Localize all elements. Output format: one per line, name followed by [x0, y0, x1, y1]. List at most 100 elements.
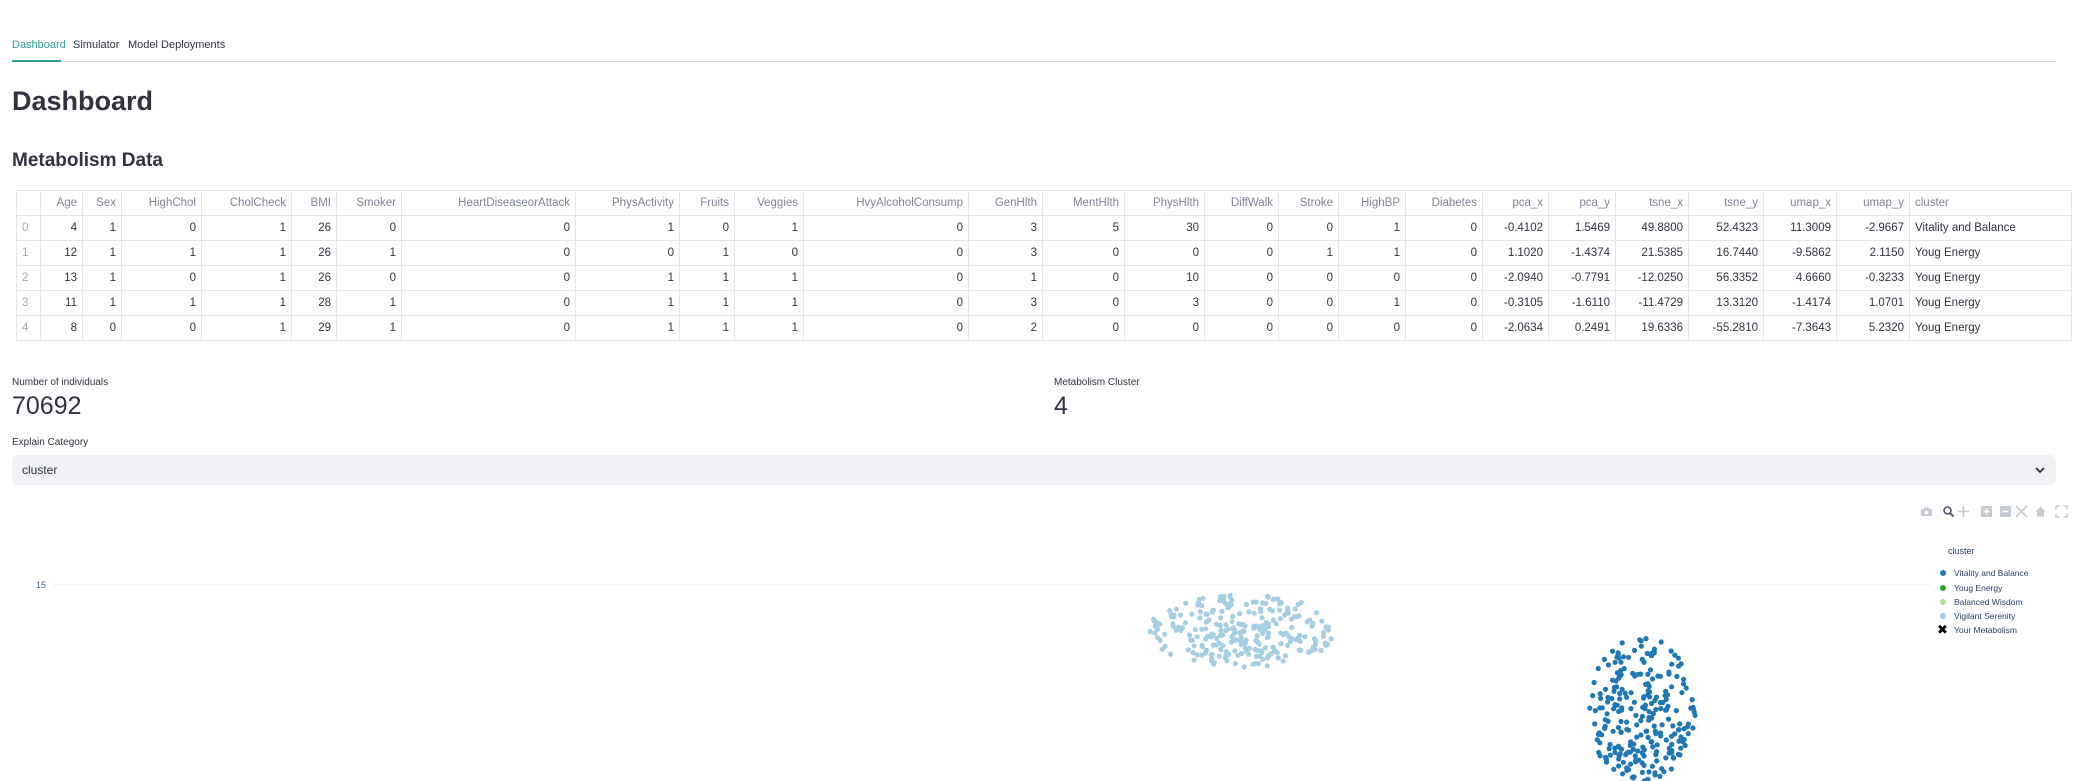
- legend-item-wisdom[interactable]: Balanced Wisdom: [1940, 597, 2023, 607]
- table-row[interactable]: 0 4 1 0 1 26 0 0 1 0 1 0 3 5 30 0 0 1 0 -0.4102 1.5469 49.880…: [16, 215, 2072, 241]
- table-cell: Youg Energy: [1909, 315, 2072, 341]
- scatter-point: [1203, 636, 1209, 642]
- legend-item-serenity[interactable]: Vigilant Serenity: [1940, 611, 2015, 621]
- table-row[interactable]: 1 12 1 1 1 26 1 0 0 1 0 0 3 0 0 0 1 1 0 1.1020 -1.4374 21.538…: [16, 240, 2072, 266]
- scatter-point: [1147, 628, 1153, 635]
- cluster-scatter-plot[interactable]: 1510: [0, 530, 2092, 781]
- legend-label: Vitality and Balance: [1954, 568, 2029, 578]
- table-row[interactable]: 2 13 1 0 1 26 0 0 1 1 1 0 1 0 10 0 0 0 0 -2.0940 -0.7791 -12.…: [16, 265, 2072, 291]
- scatter-point: [1652, 770, 1658, 776]
- scatter-point: [1649, 676, 1656, 682]
- table-row[interactable]: 3 11 1 1 1 28 1 0 1 1 1 0 3 0 3 0 0 1 0 -0.3105 -1.6110 -11.4…: [16, 290, 2072, 316]
- table-cell: 0: [679, 215, 735, 241]
- metabolism-table[interactable]: Age Sex HighChol CholCheck BMI Smoker HeartDis…: [16, 190, 2072, 341]
- column-header[interactable]: Stroke: [1278, 190, 1339, 216]
- column-header[interactable]: pca_x: [1482, 190, 1549, 216]
- table-cell: 0: [803, 315, 969, 341]
- table-cell: 1: [1338, 215, 1406, 241]
- table-cell: 1: [734, 265, 804, 291]
- autoscale-icon[interactable]: [2015, 505, 2028, 518]
- table-cell: 0: [336, 265, 402, 291]
- table-cell: 0: [401, 240, 576, 266]
- scatter-point: [1197, 609, 1203, 615]
- table-row[interactable]: 4 8 0 0 1 29 1 0 1 1 1 0 2 0 0 0 0 0 0 -2.0634 0.2491 19.6336…: [16, 315, 2072, 341]
- column-header[interactable]: umap_x: [1763, 190, 1837, 216]
- explain-category-select[interactable]: cluster: [12, 455, 2056, 485]
- table-cell: 56.3352: [1688, 265, 1764, 291]
- camera-icon[interactable]: [1920, 505, 1933, 518]
- zoom-in-icon[interactable]: [1980, 505, 1993, 518]
- table-header-row: Age Sex HighChol CholCheck BMI Smoker HeartDis…: [16, 190, 2072, 216]
- tab-simulator[interactable]: Simulator: [73, 39, 119, 51]
- table-cell: 1: [201, 290, 292, 316]
- table-cell: 3: [1124, 290, 1205, 316]
- scatter-point: [1599, 705, 1605, 711]
- column-header[interactable]: BMI: [291, 190, 337, 216]
- column-header[interactable]: Smoker: [336, 190, 402, 216]
- column-header[interactable]: HighBP: [1338, 190, 1406, 216]
- scatter-point: [1217, 633, 1223, 639]
- column-header[interactable]: Sex: [82, 190, 122, 216]
- scatter-point: [1194, 652, 1200, 658]
- scatter-point: [1218, 628, 1224, 634]
- scatter-point: [1285, 608, 1291, 614]
- legend-marker: [1940, 570, 1946, 576]
- pan-icon[interactable]: [1957, 505, 1970, 518]
- column-header[interactable]: tsne_y: [1688, 190, 1764, 216]
- reset-axes-icon[interactable]: [2034, 505, 2047, 518]
- column-header[interactable]: cluster: [1909, 190, 2072, 216]
- column-header[interactable]: umap_y: [1836, 190, 1910, 216]
- select-value: cluster: [22, 463, 58, 477]
- scatter-point: [1230, 613, 1236, 620]
- table-cell: 3: [968, 215, 1043, 241]
- scatter-point: [1651, 723, 1657, 729]
- table-cell: 52.4323: [1688, 215, 1764, 241]
- scatter-point: [1663, 707, 1669, 713]
- scatter-point: [1663, 696, 1669, 702]
- table-cell: 8: [40, 315, 83, 341]
- scatter-point: [1659, 766, 1665, 772]
- zoom-out-icon[interactable]: [1999, 505, 2012, 518]
- column-header[interactable]: HighChol: [121, 190, 202, 216]
- scatter-point: [1209, 656, 1215, 662]
- scatter-point: [1617, 696, 1623, 702]
- legend-marker: [1940, 599, 1946, 605]
- column-header[interactable]: Fruits: [679, 190, 735, 216]
- table-cell: 0: [1124, 240, 1205, 266]
- column-header[interactable]: tsne_x: [1615, 190, 1689, 216]
- column-header[interactable]: PhysActivity: [575, 190, 680, 216]
- legend-item-energy[interactable]: Youg Energy: [1940, 583, 2002, 593]
- scatter-point: [1292, 606, 1298, 612]
- scatter-point: [1258, 648, 1264, 654]
- column-header[interactable]: HeartDiseaseorAttack: [401, 190, 576, 216]
- tab-dashboard[interactable]: Dashboard: [12, 39, 66, 51]
- column-header[interactable]: pca_y: [1548, 190, 1616, 216]
- table-cell: 0: [121, 265, 202, 291]
- column-header[interactable]: DiffWalk: [1204, 190, 1279, 216]
- scatter-point: [1612, 659, 1618, 665]
- scatter-point: [1615, 724, 1622, 731]
- table-cell: 19.6336: [1615, 315, 1689, 341]
- column-header[interactable]: Diabetes: [1405, 190, 1483, 216]
- zoom-icon[interactable]: [1942, 505, 1955, 518]
- scatter-point: [1591, 679, 1597, 686]
- table-cell: 0: [401, 265, 576, 291]
- scatter-point: [1611, 706, 1617, 712]
- fullscreen-icon[interactable]: [2055, 505, 2068, 518]
- column-header[interactable]: Age: [40, 190, 83, 216]
- table-cell: 0: [803, 290, 969, 316]
- tab-model-deployments[interactable]: Model Deployments: [128, 39, 225, 51]
- table-cell: 1: [734, 215, 804, 241]
- scatter-point: [1295, 602, 1301, 608]
- column-header[interactable]: MentHlth: [1042, 190, 1125, 216]
- column-header[interactable]: Veggies: [734, 190, 804, 216]
- column-header[interactable]: PhysHlth: [1124, 190, 1205, 216]
- legend-item-your-metabolism[interactable]: ✖ Your Metabolism: [1937, 622, 2017, 637]
- column-header[interactable]: GenHlth: [968, 190, 1043, 216]
- index-header[interactable]: [16, 190, 41, 216]
- column-header[interactable]: HvyAlcoholConsump: [803, 190, 969, 216]
- table-cell: 0: [1338, 265, 1406, 291]
- column-header[interactable]: CholCheck: [201, 190, 292, 216]
- legend-item-vitality[interactable]: Vitality and Balance: [1940, 568, 2029, 578]
- scatter-point: [1604, 711, 1610, 717]
